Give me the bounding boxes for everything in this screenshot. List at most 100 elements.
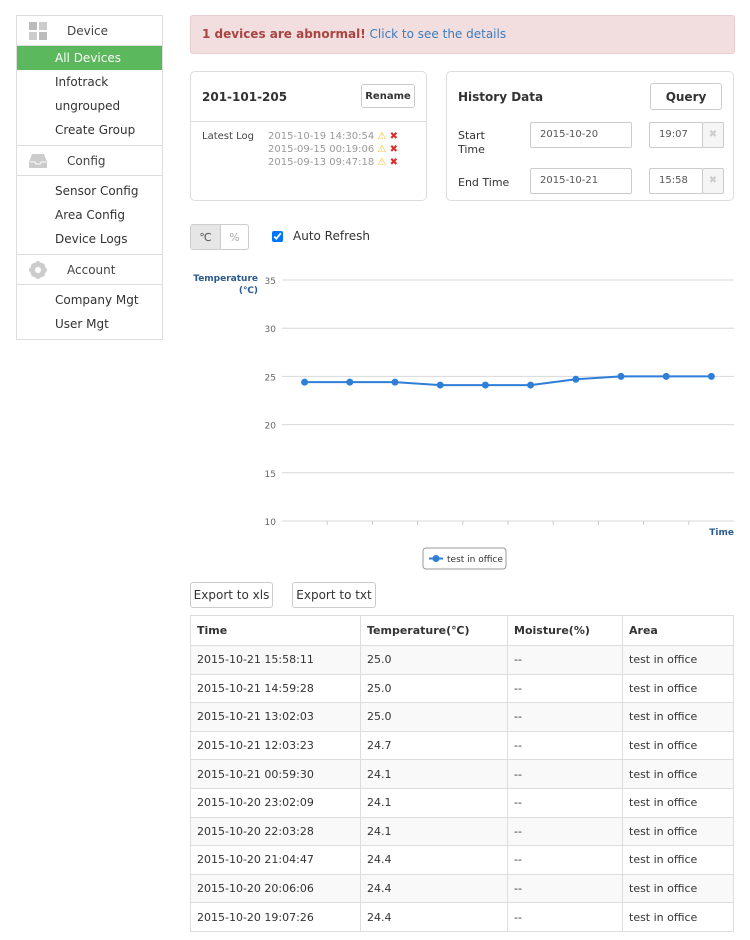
table-cell: --: [507, 845, 623, 875]
sidebar-section-config[interactable]: Config: [17, 146, 162, 176]
sidebar-section-account[interactable]: Account: [17, 255, 162, 285]
table-cell: 2015-10-20 22:03:28: [190, 816, 361, 847]
sidebar: Device All Devices Infotrack ungrouped C…: [16, 15, 163, 340]
alert-details-link[interactable]: Click to see the details: [370, 27, 507, 41]
celsius-button[interactable]: ℃: [191, 225, 221, 249]
export-txt-button[interactable]: Export to txt: [292, 582, 376, 608]
table-row: 2015-10-20 19:07:26 24.4 -- test in office: [190, 902, 734, 932]
section-label: Device: [67, 23, 109, 38]
table-row: 2015-10-20 21:04:47 24.4 -- test in office: [190, 845, 734, 875]
export-xls-button[interactable]: Export to xls: [190, 582, 273, 608]
y-tick-label: 10: [265, 518, 277, 528]
table-cell: 25.0: [360, 702, 508, 732]
data-table: Time Temperature(℃) Moisture(%) Area 2015-1…: [190, 615, 734, 932]
temperature-chart: 10 15 20 25 30 35 Temperature (℃) Time test in of…: [193, 274, 734, 570]
unit-toggle: ℃ %: [190, 224, 249, 250]
sidebar-item-create-group[interactable]: Create Group: [17, 118, 162, 142]
sidebar-item-user-mgt[interactable]: User Mgt: [17, 312, 162, 336]
y-tick-label: 20: [265, 422, 277, 432]
sidebar-item-all-devices[interactable]: All Devices: [17, 46, 162, 70]
table-cell: 2015-10-20 21:04:47: [190, 845, 361, 875]
sidebar-item-infotrack[interactable]: Infotrack: [17, 70, 162, 94]
warning-icon: ⚠: [377, 157, 387, 168]
table-row: 2015-10-21 15:58:11 25.0 -- test in office: [190, 645, 734, 675]
table-cell: test in office: [622, 673, 734, 704]
y-tick-label: 30: [265, 325, 277, 335]
percent-button[interactable]: %: [221, 225, 248, 249]
table-cell: 2015-10-21 12:03:23: [190, 730, 361, 761]
table-cell: 25.0: [360, 673, 508, 704]
table-cell: 2015-10-20 20:06:06: [190, 873, 361, 904]
table-cell: 2015-10-21 14:59:28: [190, 673, 361, 704]
y-tick-label: 15: [265, 470, 276, 480]
end-date-input[interactable]: 2015-10-21: [530, 168, 632, 194]
error-x-icon: ✖: [389, 131, 398, 142]
alert-text: 1 devices are abnormal!: [202, 27, 366, 41]
auto-refresh-label: Auto Refresh: [293, 229, 370, 243]
data-point: [527, 381, 535, 389]
device-name: 201-101-205: [202, 90, 288, 104]
legend-label: test in office: [447, 555, 503, 565]
clear-end-time-icon[interactable]: ✖: [702, 168, 724, 194]
table-row: 2015-10-21 12:03:23 24.7 -- test in office: [190, 730, 734, 761]
rename-button[interactable]: Rename: [361, 84, 415, 108]
sidebar-item-sensor-config[interactable]: Sensor Config: [17, 179, 162, 203]
table-cell: test in office: [622, 845, 734, 875]
sidebar-section-device[interactable]: Device: [17, 16, 162, 46]
table-row: 2015-10-20 20:06:06 24.4 -- test in office: [190, 873, 734, 904]
log-time: 2015-09-13 09:47:18: [268, 157, 375, 168]
error-x-icon: ✖: [389, 157, 398, 168]
column-header[interactable]: Temperature(℃): [360, 615, 508, 646]
data-point: [346, 378, 354, 386]
log-time: 2015-10-19 14:30:54: [268, 131, 375, 142]
gear-icon: [29, 260, 47, 279]
data-point: [301, 378, 309, 386]
device-panel: 201-101-205 Rename Latest Log 2015-10-19…: [190, 71, 427, 201]
end-time-input[interactable]: 15:58: [649, 168, 703, 194]
table-cell: --: [507, 816, 623, 847]
data-point: [707, 372, 715, 380]
history-title: History Data: [458, 90, 544, 104]
table-cell: test in office: [622, 902, 734, 932]
column-header[interactable]: Area: [622, 615, 734, 646]
clear-start-time-icon[interactable]: ✖: [702, 122, 724, 148]
sidebar-item-company-mgt[interactable]: Company Mgt: [17, 288, 162, 312]
table-row: 2015-10-21 14:59:28 25.0 -- test in office: [190, 673, 734, 704]
sidebar-item-device-logs[interactable]: Device Logs: [17, 227, 162, 251]
sidebar-item-area-config[interactable]: Area Config: [17, 203, 162, 227]
log-entry: 2015-10-19 14:30:54 ⚠ ✖: [268, 130, 398, 143]
column-header[interactable]: Time: [190, 615, 361, 646]
table-cell: test in office: [622, 702, 734, 732]
section-label: Account: [67, 262, 116, 277]
table-cell: 2015-10-21 00:59:30: [190, 759, 361, 789]
table-cell: 24.4: [360, 873, 508, 904]
table-cell: test in office: [622, 816, 734, 847]
start-time-label: Start Time: [458, 129, 485, 156]
grid-icon: [29, 21, 47, 40]
error-x-icon: ✖: [389, 144, 398, 155]
table-cell: test in office: [622, 645, 734, 675]
table-cell: 2015-10-20 23:02:09: [190, 787, 361, 818]
column-header[interactable]: Moisture(%): [507, 615, 623, 646]
query-button[interactable]: Query: [650, 83, 722, 110]
x-axis-label: Time: [709, 528, 734, 538]
auto-refresh-checkbox[interactable]: [272, 230, 283, 242]
table-cell: 2015-10-20 19:07:26: [190, 902, 361, 932]
warning-icon: ⚠: [377, 131, 387, 142]
start-date-input[interactable]: 2015-10-20: [530, 122, 632, 148]
table-cell: --: [507, 730, 623, 761]
history-panel: History Data Query Start Time 2015-10-20…: [446, 71, 734, 201]
data-point: [436, 381, 444, 389]
log-time: 2015-09-15 00:19:06: [268, 144, 375, 155]
sidebar-item-ungrouped[interactable]: ungrouped: [17, 94, 162, 118]
data-point: [662, 372, 670, 380]
start-time-input[interactable]: 19:07: [649, 122, 703, 148]
log-entry: 2015-09-13 09:47:18 ⚠ ✖: [268, 156, 398, 169]
log-entry: 2015-09-15 00:19:06 ⚠ ✖: [268, 143, 398, 156]
warning-icon: ⚠: [377, 144, 387, 155]
table-row: 2015-10-20 23:02:09 24.1 -- test in office: [190, 787, 734, 818]
table-cell: --: [507, 673, 623, 704]
table-cell: 24.1: [360, 759, 508, 789]
table-cell: --: [507, 645, 623, 675]
table-row: 2015-10-21 00:59:30 24.1 -- test in office: [190, 759, 734, 789]
